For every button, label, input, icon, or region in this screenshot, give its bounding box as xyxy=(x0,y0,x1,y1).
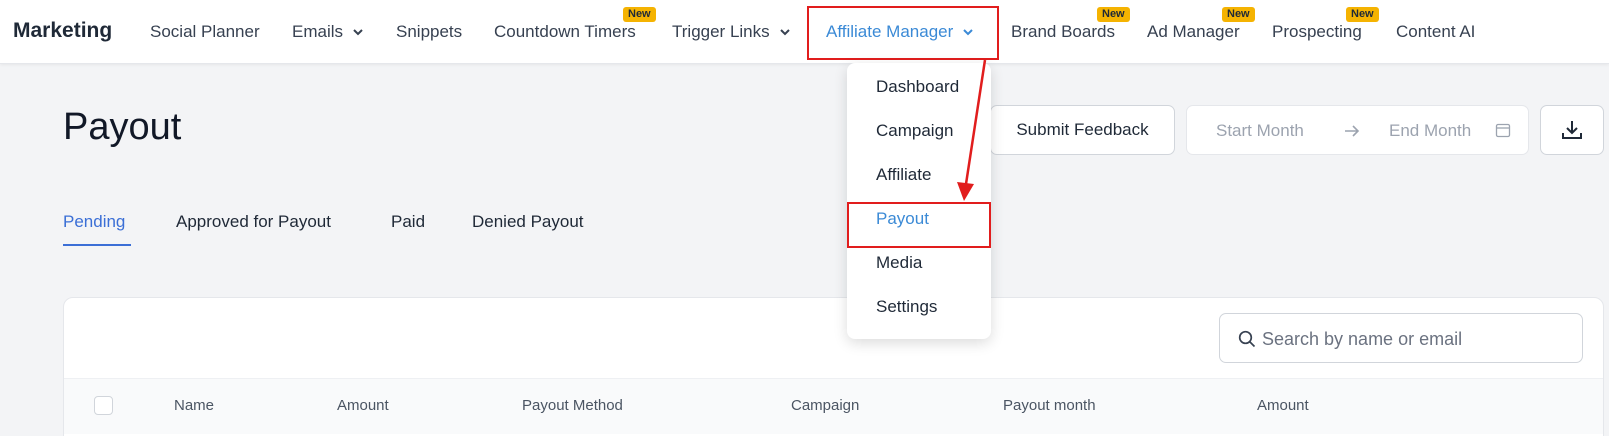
new-badge: New xyxy=(1097,7,1130,22)
tab-paid[interactable]: Paid xyxy=(391,212,425,232)
column-header-payout-month[interactable]: Payout month xyxy=(1003,397,1096,414)
nav-ad-manager[interactable]: Ad Manager xyxy=(1147,22,1240,42)
annotation-highlight-payout xyxy=(847,202,991,248)
submit-feedback-button[interactable]: Submit Feedback xyxy=(990,105,1175,155)
search-input[interactable] xyxy=(1262,323,1562,355)
nav-label: Social Planner xyxy=(150,22,260,41)
tab-approved-for-payout[interactable]: Approved for Payout xyxy=(176,212,331,232)
top-nav: Marketing Social Planner Emails Snippets… xyxy=(0,0,1609,64)
menu-item-affiliate[interactable]: Affiliate xyxy=(876,165,931,185)
nav-brand-boards[interactable]: Brand Boards xyxy=(1011,22,1115,42)
search-icon xyxy=(1238,330,1256,348)
app-title: Marketing xyxy=(13,19,113,42)
nav-prospecting[interactable]: Prospecting xyxy=(1272,22,1362,42)
menu-item-media[interactable]: Media xyxy=(876,253,922,273)
download-icon xyxy=(1562,121,1582,139)
menu-item-dashboard[interactable]: Dashboard xyxy=(876,77,959,97)
nav-snippets[interactable]: Snippets xyxy=(396,22,462,42)
menu-item-campaign[interactable]: Campaign xyxy=(876,121,954,141)
nav-label: Countdown Timers xyxy=(494,22,636,41)
end-month-input[interactable]: End Month xyxy=(1389,121,1471,141)
menu-item-settings[interactable]: Settings xyxy=(876,297,937,317)
start-month-input[interactable]: Start Month xyxy=(1216,121,1304,141)
nav-label: Snippets xyxy=(396,22,463,41)
nav-label: Prospecting xyxy=(1272,22,1362,41)
page-title: Payout xyxy=(63,106,182,148)
nav-emails[interactable]: Emails xyxy=(292,22,364,42)
annotation-highlight-nav xyxy=(807,6,999,60)
nav-social-planner[interactable]: Social Planner xyxy=(150,22,260,42)
download-button[interactable] xyxy=(1540,105,1604,155)
nav-trigger-links[interactable]: Trigger Links xyxy=(672,22,791,42)
search-box[interactable] xyxy=(1219,313,1583,363)
tab-pending[interactable]: Pending xyxy=(63,212,125,232)
month-range-picker[interactable]: Start Month End Month xyxy=(1186,105,1529,155)
nav-label: Content AI xyxy=(1396,22,1476,41)
calendar-icon xyxy=(1495,123,1511,138)
arrow-right-icon xyxy=(1345,125,1360,137)
column-header-payout-method[interactable]: Payout Method xyxy=(522,397,623,414)
new-badge: New xyxy=(1346,7,1379,22)
tab-denied-payout[interactable]: Denied Payout xyxy=(472,212,584,232)
chevron-down-icon xyxy=(779,29,790,36)
affiliate-manager-dropdown: Dashboard Campaign Affiliate Payout Medi… xyxy=(847,63,991,339)
new-badge: New xyxy=(1222,7,1255,22)
nav-countdown-timers[interactable]: Countdown Timers xyxy=(494,22,636,42)
column-header-amount-2[interactable]: Amount xyxy=(1257,397,1309,414)
new-badge: New xyxy=(623,7,656,22)
table-header: Name Amount Payout Method Campaign Payou… xyxy=(64,378,1603,434)
column-header-campaign[interactable]: Campaign xyxy=(791,397,859,414)
nav-label: Ad Manager xyxy=(1147,22,1240,41)
nav-label: Brand Boards xyxy=(1011,22,1115,41)
chevron-down-icon xyxy=(353,29,363,36)
nav-content-ai[interactable]: Content AI xyxy=(1396,22,1475,42)
nav-label: Emails xyxy=(292,22,344,41)
active-tab-indicator xyxy=(63,244,131,246)
select-all-checkbox[interactable] xyxy=(94,396,113,415)
column-header-amount[interactable]: Amount xyxy=(337,397,389,414)
nav-label: Trigger Links xyxy=(672,22,770,41)
column-header-name[interactable]: Name xyxy=(174,397,214,414)
